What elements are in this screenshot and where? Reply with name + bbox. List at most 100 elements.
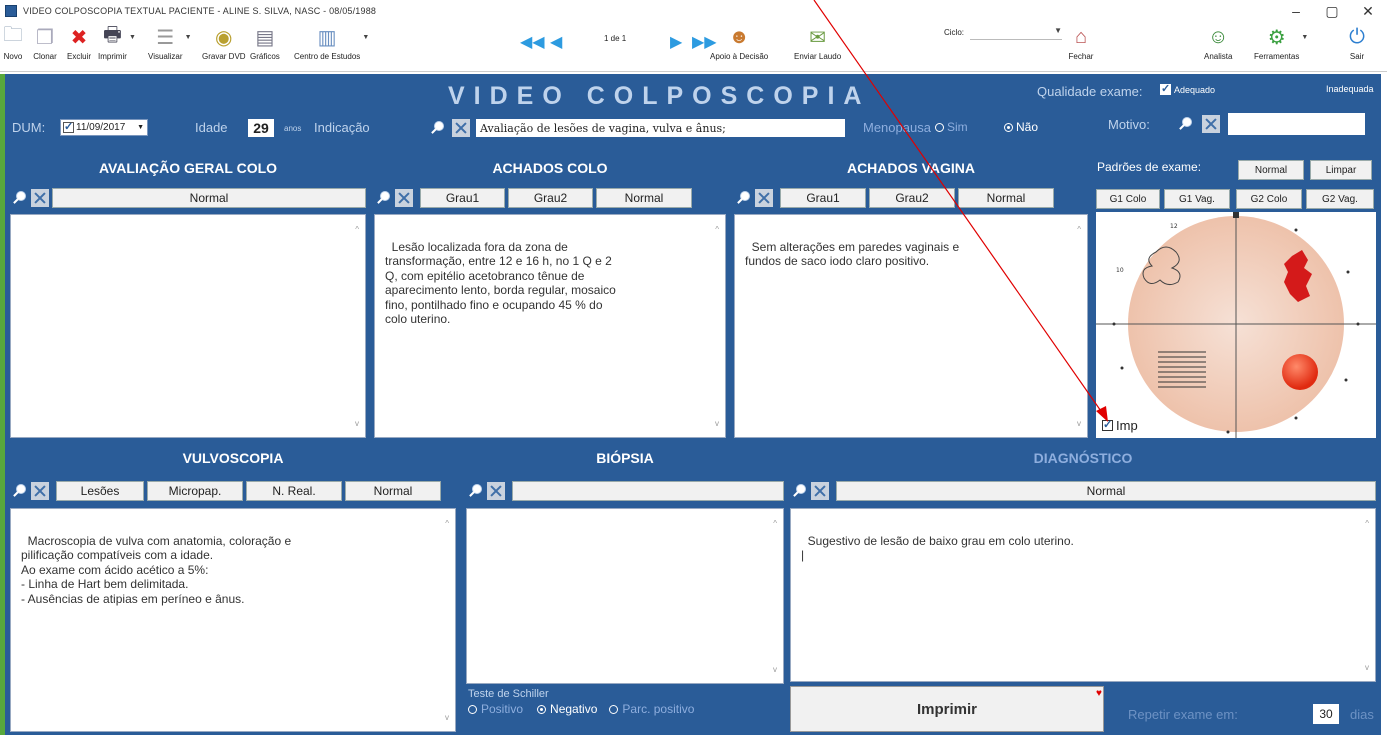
inadequada-option[interactable]: Inadequada: [1326, 84, 1374, 94]
achados-colo-grau1-button[interactable]: Grau1: [420, 188, 505, 208]
diagnostico-textarea[interactable]: Sugestivo de lesão de baixo grau em colo…: [790, 508, 1376, 682]
adequado-checkbox[interactable]: [1160, 82, 1171, 95]
colo-normal-button[interactable]: Normal: [52, 188, 366, 208]
excluir-button[interactable]: ✖ Excluir: [66, 24, 92, 62]
colo-search-icon[interactable]: [10, 189, 28, 207]
imprimir-button[interactable]: Imprimir: [790, 686, 1104, 732]
padrao-g2-colo-button[interactable]: G2 Colo: [1236, 189, 1302, 209]
graficos-button[interactable]: ▤ Gráficos: [250, 24, 280, 62]
vulvoscopia-micropap-button[interactable]: Micropap.: [147, 481, 243, 501]
sim-radio[interactable]: [935, 122, 944, 132]
padrao-g1-vag-button[interactable]: G1 Vag.: [1164, 189, 1230, 209]
scroll-down-icon[interactable]: v: [355, 417, 359, 432]
close-button[interactable]: ✕: [1348, 0, 1387, 22]
padrao-g2-vag-button[interactable]: G2 Vag.: [1306, 189, 1374, 209]
maximize-button[interactable]: ▢: [1312, 0, 1352, 22]
scroll-down-icon[interactable]: v: [1365, 661, 1369, 676]
imp-option[interactable]: Imp: [1102, 416, 1138, 434]
motivo-search-icon[interactable]: [1176, 115, 1194, 133]
minimize-button[interactable]: –: [1276, 0, 1316, 22]
gravar-dvd-button[interactable]: ◉ Gravar DVD: [202, 24, 246, 62]
padrao-g1-colo-button[interactable]: G1 Colo: [1096, 189, 1160, 209]
imprimir-toolbar-button[interactable]: 🖶 Imprimir ▼: [98, 24, 136, 61]
chevron-down-icon[interactable]: ▼: [185, 34, 192, 41]
achados-colo-clear-icon[interactable]: [395, 189, 413, 207]
idade-field[interactable]: 29: [248, 119, 274, 137]
dum-date-picker[interactable]: 11/09/2017 ▼: [60, 119, 148, 136]
scroll-down-icon[interactable]: v: [715, 417, 719, 432]
enviar-laudo-button[interactable]: ✉ Enviar Laudo: [794, 24, 841, 62]
scroll-up-icon[interactable]: ^: [445, 517, 449, 532]
achados-colo-normal-button[interactable]: Normal: [596, 188, 692, 208]
schiller-negativo-label[interactable]: Negativo: [550, 702, 597, 716]
indicacao-clear-icon[interactable]: [452, 119, 470, 137]
indicacao-search-icon[interactable]: [428, 119, 446, 137]
visualizar-button[interactable]: ☰ Visualizar ▼: [148, 24, 192, 62]
scroll-up-icon[interactable]: ^: [773, 517, 777, 532]
padrao-normal-button[interactable]: Normal: [1238, 160, 1304, 180]
analista-button[interactable]: ☺ Analista: [1204, 24, 1232, 62]
repetir-dias-field[interactable]: 30: [1313, 704, 1339, 724]
schiller-negativo-radio[interactable]: [537, 704, 547, 714]
first-record-icon[interactable]: ◀◀: [520, 32, 545, 52]
vulvoscopia-textarea[interactable]: Macroscopia de vulva com anatomia, color…: [10, 508, 456, 732]
achados-colo-textarea[interactable]: Lesão localizada fora da zona de transfo…: [374, 214, 726, 438]
chevron-down-icon[interactable]: ▼: [1301, 34, 1308, 41]
clonar-button[interactable]: ❐ Clonar: [32, 24, 58, 62]
achados-colo-search-icon[interactable]: [374, 189, 392, 207]
centro-estudos-button[interactable]: ▥ Centro de Estudos ▼: [294, 24, 369, 62]
sair-button[interactable]: ⏻ Sair: [1344, 24, 1370, 62]
schiller-parcial-label[interactable]: Parc. positivo: [622, 702, 694, 716]
achados-vagina-textarea[interactable]: Sem alterações em paredes vaginais e fun…: [734, 214, 1088, 438]
apoio-decisao-button[interactable]: ☻ Apoio à Decisão: [710, 24, 768, 62]
chevron-down-icon[interactable]: ▼: [362, 34, 369, 41]
achados-vagina-grau1-button[interactable]: Grau1: [780, 188, 866, 208]
vulvoscopia-lesoes-button[interactable]: Lesões: [56, 481, 144, 501]
motivo-field[interactable]: [1228, 113, 1365, 135]
achados-vagina-normal-button[interactable]: Normal: [958, 188, 1054, 208]
schiller-positivo-radio[interactable]: [468, 704, 477, 714]
achados-colo-grau2-button[interactable]: Grau2: [508, 188, 593, 208]
chevron-down-icon[interactable]: ▼: [129, 34, 136, 41]
biopsia-clear-icon[interactable]: [487, 482, 505, 500]
padrao-limpar-button[interactable]: Limpar: [1310, 160, 1372, 180]
scroll-down-icon[interactable]: v: [445, 711, 449, 726]
cervix-diagram[interactable]: 12 10 Imp: [1096, 212, 1376, 438]
achados-vagina-grau2-button[interactable]: Grau2: [869, 188, 955, 208]
diagnostico-clear-icon[interactable]: [811, 482, 829, 500]
novo-button[interactable]: 🗀 Novo: [0, 24, 26, 61]
diagnostico-normal-button[interactable]: Normal: [836, 481, 1376, 501]
biopsia-search-icon[interactable]: [466, 482, 484, 500]
colo-clear-icon[interactable]: [31, 189, 49, 207]
achados-vagina-search-icon[interactable]: [734, 189, 752, 207]
scroll-up-icon[interactable]: ^: [715, 223, 719, 238]
imp-checkbox[interactable]: [1102, 418, 1113, 431]
nao-radio[interactable]: [1004, 122, 1013, 132]
next-record-icon[interactable]: ▶: [670, 32, 682, 52]
schiller-positivo-label[interactable]: Positivo: [481, 702, 523, 716]
vulvoscopia-search-icon[interactable]: [10, 482, 28, 500]
motivo-clear-icon[interactable]: [1202, 115, 1220, 133]
menopausa-sim-option[interactable]: Sim: [935, 120, 968, 134]
indicacao-field[interactable]: Avaliação de lesões de vagina, vulva e â…: [476, 119, 845, 137]
menopausa-nao-option[interactable]: Não: [1004, 120, 1038, 134]
dum-checkbox[interactable]: [63, 120, 74, 133]
vulvoscopia-clear-icon[interactable]: [31, 482, 49, 500]
adequado-option[interactable]: Adequado: [1160, 82, 1215, 95]
biopsia-selector[interactable]: [512, 481, 784, 501]
ferramentas-button[interactable]: ⚙ Ferramentas ▼: [1254, 24, 1308, 62]
previous-record-icon[interactable]: ◀: [550, 32, 562, 52]
scroll-up-icon[interactable]: ^: [355, 223, 359, 238]
vulvoscopia-normal-button[interactable]: Normal: [345, 481, 441, 501]
scroll-down-icon[interactable]: v: [1077, 417, 1081, 432]
vulvoscopia-nreal-button[interactable]: N. Real.: [246, 481, 342, 501]
scroll-down-icon[interactable]: v: [773, 663, 777, 678]
colo-textarea[interactable]: ^ v: [10, 214, 366, 438]
ciclo-select[interactable]: ▼: [970, 26, 1062, 40]
biopsia-textarea[interactable]: ^ v: [466, 508, 784, 684]
scroll-up-icon[interactable]: ^: [1077, 223, 1081, 238]
fechar-button[interactable]: ⌂ Fechar: [1068, 24, 1094, 62]
schiller-parcial-radio[interactable]: [609, 704, 619, 714]
achados-vagina-clear-icon[interactable]: [755, 189, 773, 207]
diagnostico-search-icon[interactable]: [790, 482, 808, 500]
